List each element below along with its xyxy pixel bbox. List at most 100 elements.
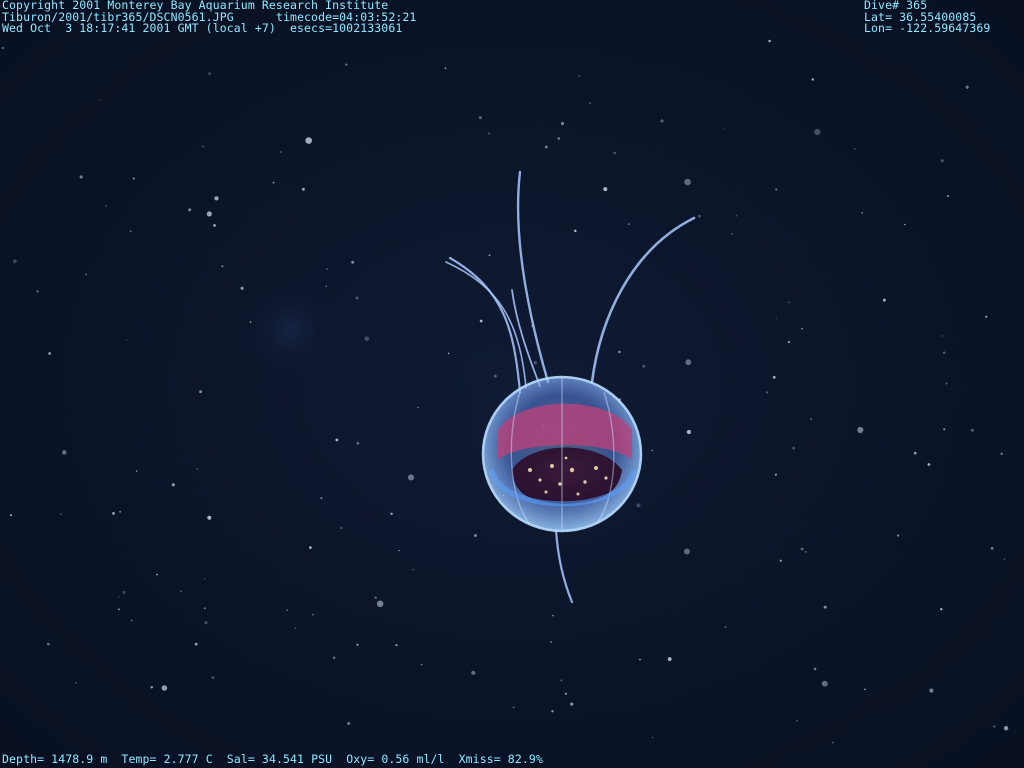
snow-particle: [376, 600, 384, 608]
snow-particle: [533, 361, 537, 365]
snow-particle: [1000, 452, 1003, 456]
snow-particle: [12, 259, 17, 264]
snow-particle: [946, 194, 950, 198]
snow-particle: [286, 609, 288, 611]
snow-particle: [613, 151, 617, 155]
snow-particle: [990, 546, 994, 550]
snow-particle: [552, 614, 554, 617]
snow-particle: [150, 686, 154, 689]
snow-particle: [804, 550, 807, 553]
snow-particle: [196, 468, 199, 470]
snow-particle: [639, 658, 641, 661]
snow-particle: [651, 449, 653, 452]
snow-particle: [374, 596, 377, 599]
snow-particle: [118, 596, 120, 598]
snow-particle: [203, 578, 206, 580]
snow-particle: [724, 626, 727, 629]
snow-particle: [779, 559, 783, 563]
snow-particle: [774, 473, 777, 476]
snow-particle: [801, 327, 803, 330]
snow-particle: [823, 605, 827, 609]
depth-readout: Depth= 1478.9 m: [2, 752, 108, 766]
snow-particle: [857, 426, 864, 434]
snow-particle: [861, 211, 864, 214]
snow-particle: [940, 159, 944, 163]
snow-particle: [249, 321, 252, 323]
snow-particle: [831, 741, 834, 744]
snow-particle: [698, 214, 702, 218]
telemetry-header-right: Dive# 365 Lat= 36.55400085 Lon= -122.596…: [864, 0, 990, 35]
snow-particle: [578, 75, 581, 77]
snow-particle: [722, 128, 725, 131]
snow-particle: [1, 46, 4, 50]
snow-particle: [99, 99, 101, 101]
snow-particle: [800, 547, 804, 551]
snow-particle: [335, 438, 339, 442]
snow-particle: [811, 78, 814, 81]
snow-particle: [46, 642, 50, 646]
telemetry-footer: Depth= 1478.9 m Temp= 2.777 C Sal= 34.54…: [2, 752, 543, 766]
snow-particle: [119, 510, 121, 513]
snow-particle: [320, 497, 323, 500]
snow-particle: [213, 224, 216, 227]
snow-particle: [897, 534, 900, 537]
snow-particle: [913, 451, 917, 455]
snow-particle: [882, 298, 886, 302]
snow-particle: [560, 679, 563, 682]
snow-particle: [214, 196, 219, 201]
snow-particle: [364, 336, 370, 342]
snow-particle: [309, 546, 312, 549]
snow-particle: [395, 643, 398, 647]
snow-particle: [325, 285, 327, 287]
snow-particle: [412, 568, 414, 571]
snow-particle: [180, 590, 182, 592]
snow-particle: [796, 719, 798, 722]
snow-particle: [787, 340, 791, 344]
snow-particle: [221, 265, 224, 268]
snow-particle: [810, 418, 813, 421]
snow-particle: [478, 116, 482, 120]
snow-particle: [660, 119, 664, 123]
snow-particle: [135, 470, 138, 472]
snow-particle: [79, 175, 83, 179]
snow-particle: [240, 286, 244, 290]
photo-scene: Copyright 2001 Monterey Bay Aquarium Res…: [0, 0, 1024, 768]
snow-particle: [603, 187, 608, 192]
snow-particle: [188, 208, 192, 212]
background-glow: [240, 280, 340, 380]
snow-particle: [112, 511, 115, 515]
snow-particle: [684, 178, 691, 186]
snow-particle: [965, 85, 969, 89]
snow-particle: [560, 121, 565, 126]
snow-particle: [821, 680, 828, 687]
snow-particle: [356, 643, 359, 646]
snow-particle: [36, 290, 39, 293]
salinity-readout: Sal= 34.541 PSU: [226, 752, 333, 766]
snow-particle: [775, 317, 777, 319]
snow-particle: [564, 692, 568, 695]
snow-particle: [544, 145, 548, 149]
snow-particle: [550, 641, 553, 643]
snow-particle: [941, 335, 943, 337]
snow-particle: [551, 709, 554, 713]
snow-particle: [651, 736, 654, 739]
snow-particle: [75, 682, 77, 684]
snow-particle: [1003, 558, 1006, 561]
snow-particle: [301, 187, 305, 191]
snow-particle: [272, 181, 275, 184]
snow-particle: [471, 670, 476, 675]
snow-particle: [570, 702, 574, 706]
snow-particle: [194, 642, 198, 646]
snow-particle: [589, 102, 591, 104]
snow-particle: [813, 667, 817, 671]
temp-readout: Temp= 2.777 C: [121, 752, 213, 766]
snow-particle: [942, 351, 946, 355]
snow-particle: [204, 621, 208, 625]
snow-particle: [279, 150, 282, 153]
snow-particle: [985, 315, 988, 318]
snow-particle: [473, 534, 477, 537]
snow-particle: [574, 229, 577, 233]
snow-particle: [417, 406, 420, 409]
snow-particle: [340, 526, 343, 530]
snow-particle: [940, 607, 943, 611]
